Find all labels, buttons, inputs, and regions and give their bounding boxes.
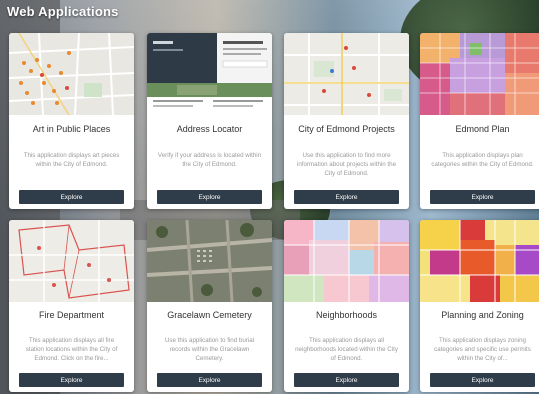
explore-button[interactable]: Explore: [430, 373, 535, 387]
card-description: Verify if your address is located within…: [157, 152, 262, 168]
explore-button[interactable]: Explore: [157, 373, 262, 387]
map-thumbnail[interactable]: [9, 220, 134, 302]
app-card-gracelawn-cemetery[interactable]: Gracelawn Cemetery Use this application …: [147, 220, 272, 392]
card-description: This application displays zoning categor…: [434, 337, 531, 362]
card-title: City of Edmond Projects: [298, 124, 395, 134]
card-description: Use this application to find burial reco…: [164, 337, 255, 362]
card-description: This application displays plan categorie…: [431, 152, 534, 168]
explore-button[interactable]: Explore: [19, 373, 124, 387]
card-description: This application displays art pieces wit…: [23, 152, 120, 168]
explore-button[interactable]: Explore: [19, 190, 124, 204]
page-title: Web Applications: [7, 4, 119, 19]
card-title: Edmond Plan: [455, 124, 510, 134]
card-title: Gracelawn Cemetery: [167, 310, 252, 320]
app-card-art-in-public-places[interactable]: Art in Public Places This application di…: [9, 33, 134, 209]
card-description: Use this application to find more inform…: [296, 152, 397, 177]
explore-button[interactable]: Explore: [294, 373, 399, 387]
app-card-neighborhoods[interactable]: Neighborhoods This application displays …: [284, 220, 409, 392]
card-title: Art in Public Places: [32, 124, 111, 134]
map-thumbnail[interactable]: [420, 33, 539, 115]
card-title: Address Locator: [176, 124, 243, 134]
app-card-fire-department[interactable]: Fire Department This application display…: [9, 220, 134, 392]
map-thumbnail[interactable]: [9, 33, 134, 115]
card-title: Fire Department: [38, 310, 105, 320]
app-card-city-of-edmond-projects[interactable]: City of Edmond Projects Use this applica…: [284, 33, 409, 209]
card-title: Planning and Zoning: [441, 310, 524, 320]
card-description: This application displays all fire stati…: [25, 337, 118, 362]
map-thumbnail[interactable]: [420, 220, 539, 302]
app-card-planning-and-zoning[interactable]: Planning and Zoning This application dis…: [420, 220, 539, 392]
map-thumbnail[interactable]: [284, 33, 409, 115]
card-description: This application displays all neighborho…: [295, 337, 398, 362]
aerial-map-thumbnail[interactable]: [147, 220, 272, 302]
app-card-address-locator[interactable]: Address Locator Verify if your address i…: [147, 33, 272, 209]
explore-button[interactable]: Explore: [157, 190, 262, 204]
app-screenshot-thumbnail[interactable]: [147, 33, 272, 115]
explore-button[interactable]: Explore: [294, 190, 399, 204]
explore-button[interactable]: Explore: [430, 190, 535, 204]
app-card-edmond-plan[interactable]: Edmond Plan This application displays pl…: [420, 33, 539, 209]
card-title: Neighborhoods: [315, 310, 378, 320]
map-thumbnail[interactable]: [284, 220, 409, 302]
